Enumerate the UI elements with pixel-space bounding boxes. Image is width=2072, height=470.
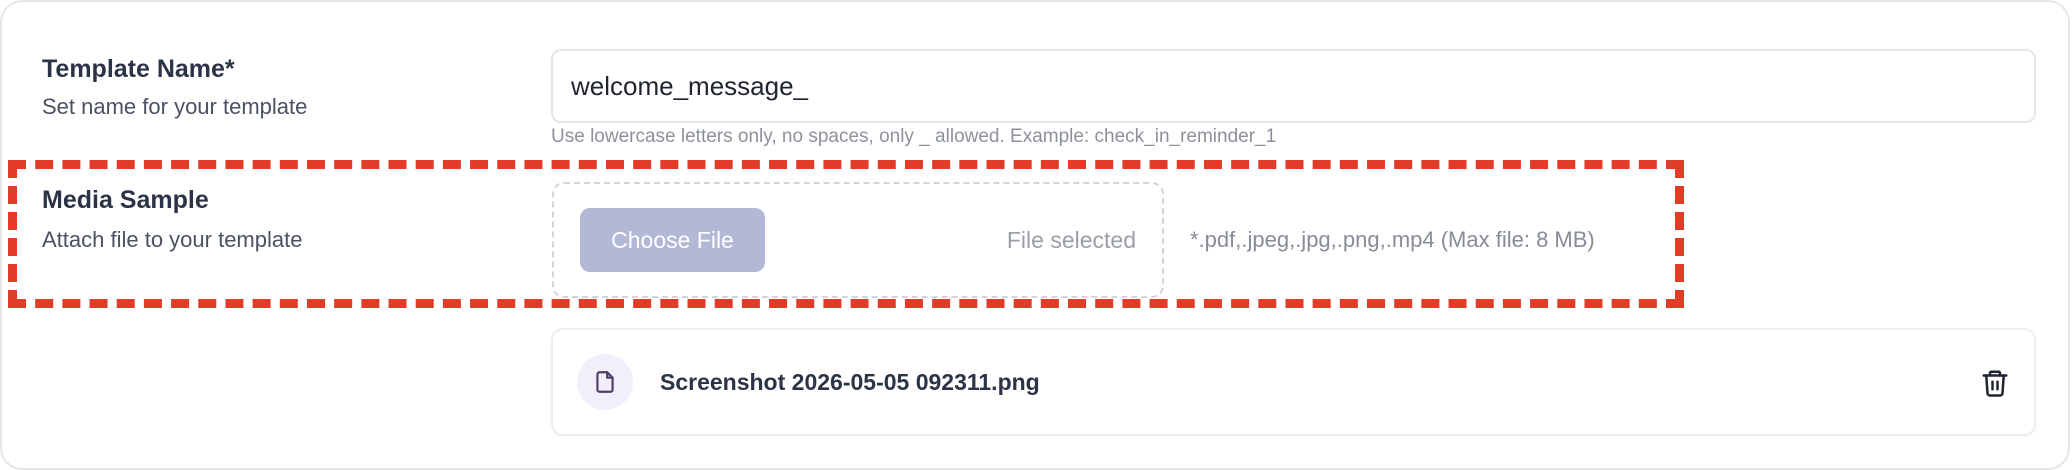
media-sample-description: Attach file to your template <box>42 227 303 252</box>
file-dropzone[interactable]: Choose File File selected <box>552 182 1164 298</box>
media-sample-label: Media Sample <box>42 186 209 214</box>
template-name-hint: Use lowercase letters only, no spaces, o… <box>551 126 1277 147</box>
choose-file-button[interactable]: Choose File <box>580 208 765 272</box>
file-icon <box>577 354 633 410</box>
template-name-label: Template Name* <box>42 55 235 83</box>
form-card: Template Name* Set name for your templat… <box>0 0 2070 470</box>
file-status-text: File selected <box>1006 227 1136 253</box>
attached-file-item: Screenshot 2026-05-05 092311.png <box>551 328 2036 436</box>
accepted-file-types: *.pdf,.jpeg,.jpg,.png,.mp4 (Max file: 8 … <box>1190 227 1595 252</box>
template-name-input[interactable] <box>551 49 2036 123</box>
attached-file-name: Screenshot 2026-05-05 092311.png <box>660 369 1040 395</box>
template-name-description: Set name for your template <box>42 94 308 119</box>
trash-icon[interactable] <box>1978 366 2012 400</box>
